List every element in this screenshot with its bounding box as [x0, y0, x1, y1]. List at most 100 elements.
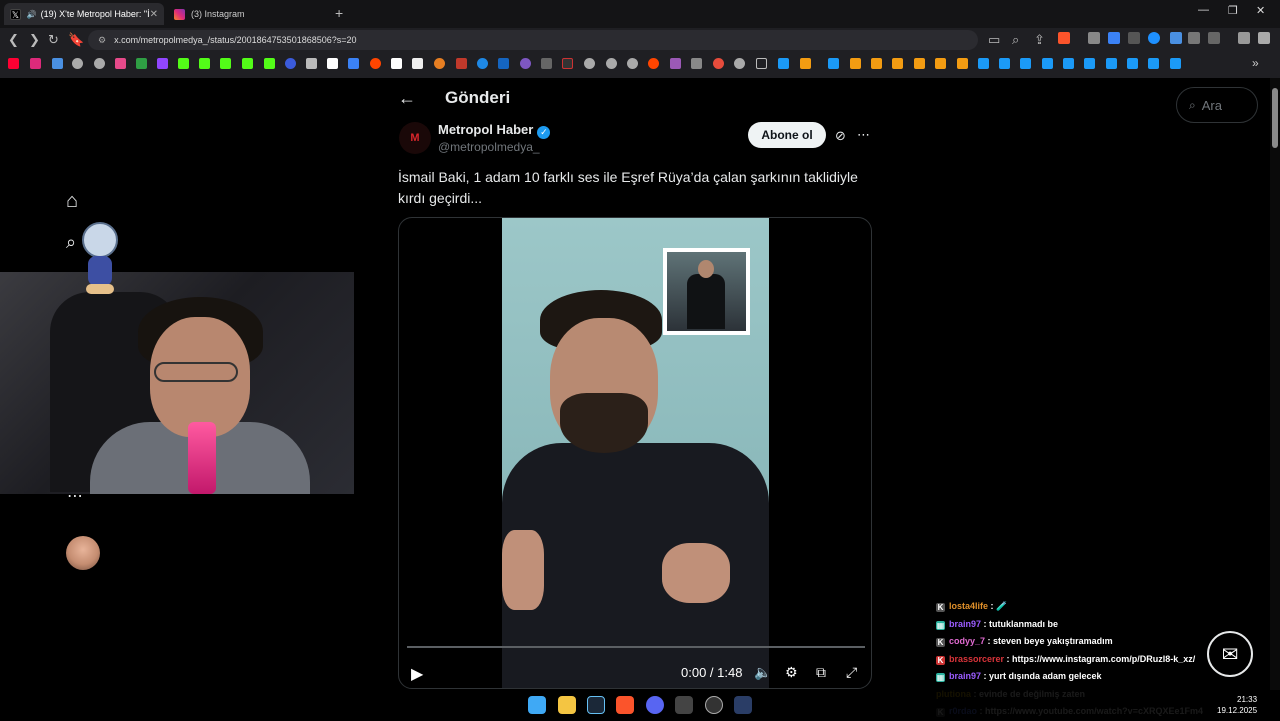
sidebar-icon[interactable] — [1208, 32, 1220, 44]
extensions-puzzle-icon[interactable] — [1188, 32, 1200, 44]
explore-search-icon[interactable]: ⌕ — [66, 232, 76, 253]
user-avatar[interactable] — [66, 536, 100, 570]
messages-button[interactable]: ✉ — [1207, 631, 1253, 677]
search-input[interactable]: ⌕ Ara — [1176, 87, 1258, 123]
bookmark-icon[interactable] — [978, 58, 989, 69]
forward-icon[interactable]: ❯ — [29, 32, 40, 48]
bookmark-icon[interactable] — [850, 58, 861, 69]
close-tab-icon[interactable]: ✕ — [150, 9, 158, 20]
media-icon[interactable] — [1238, 32, 1250, 44]
scrollbar-thumb[interactable] — [1272, 88, 1278, 148]
system-clock[interactable]: 21:33 19.12.2025 — [1217, 694, 1257, 716]
bookmark-instagram-icon[interactable] — [30, 58, 41, 69]
bookmark-icon[interactable] — [1042, 58, 1053, 69]
bookmark-icon[interactable] — [584, 58, 595, 69]
bookmark-icon[interactable] — [348, 58, 359, 69]
bookmark-icon[interactable] — [999, 58, 1010, 69]
tab-instagram[interactable]: (3) Instagram — [168, 3, 328, 25]
bookmark-icon[interactable] — [115, 58, 126, 69]
new-tab-button[interactable]: + — [335, 5, 343, 21]
bookmark-icon[interactable] — [828, 58, 839, 69]
extension-icon[interactable] — [1108, 32, 1120, 44]
bookmark-icon[interactable] — [1170, 58, 1181, 69]
bookmark-folder-icon[interactable] — [756, 58, 767, 69]
bookmark-icon[interactable] — [691, 58, 702, 69]
bookmark-kick-icon[interactable] — [220, 58, 231, 69]
bookmark-icon[interactable] — [412, 58, 423, 69]
steam-icon[interactable] — [587, 696, 605, 714]
bookmark-icon[interactable] — [892, 58, 903, 69]
author-avatar[interactable]: M — [399, 122, 431, 154]
reload-icon[interactable]: ↻ — [48, 32, 59, 48]
extension-icon[interactable] — [1088, 32, 1100, 44]
menu-icon[interactable] — [1258, 32, 1270, 44]
scrollbar[interactable] — [1270, 78, 1280, 690]
subscribe-button[interactable]: Abone ol — [748, 122, 826, 148]
speaker-icon[interactable]: 🔊 — [27, 10, 37, 19]
minimize-button[interactable]: — — [1198, 4, 1209, 16]
more-bookmarks-icon[interactable]: » — [1252, 56, 1259, 70]
bookmark-icon[interactable] — [1020, 58, 1031, 69]
extension-icon[interactable] — [1128, 32, 1140, 44]
extension-icon[interactable] — [1170, 32, 1182, 44]
bookmark-icon[interactable]: 🔖 — [68, 32, 84, 48]
tab-x-post[interactable]: 𝕏 🔊 (19) X'te Metropol Haber: "İs ✕ — [4, 3, 164, 25]
bookmark-youtube-icon[interactable] — [8, 58, 19, 69]
bookmark-reddit-icon[interactable] — [370, 58, 381, 69]
author-handle[interactable]: @metropolmedya_ — [438, 140, 540, 154]
bookmark-icon[interactable] — [242, 58, 253, 69]
play-icon[interactable]: ▶ — [411, 664, 423, 684]
bookmark-icon[interactable] — [800, 58, 811, 69]
share-icon[interactable]: ⇪ — [1034, 32, 1045, 48]
obs-icon[interactable] — [705, 696, 723, 714]
site-info-icon[interactable]: ⚙ — [98, 35, 106, 46]
discord-icon[interactable] — [646, 696, 664, 714]
bookmark-kick-icon[interactable] — [199, 58, 210, 69]
bookmark-icon[interactable] — [391, 58, 402, 69]
home-icon[interactable]: ⌂ — [66, 190, 78, 213]
maximize-button[interactable]: ❐ — [1228, 4, 1238, 17]
bookmark-icon[interactable] — [434, 58, 445, 69]
bookmark-icon[interactable] — [670, 58, 681, 69]
back-icon[interactable]: ❮ — [8, 32, 19, 48]
windows-start-icon[interactable] — [528, 696, 546, 714]
bookmark-icon[interactable] — [734, 58, 745, 69]
bookmark-icon[interactable] — [935, 58, 946, 69]
file-explorer-icon[interactable] — [558, 696, 576, 714]
bookmark-icon[interactable] — [520, 58, 531, 69]
video-progress-bar[interactable] — [407, 646, 865, 648]
bookmark-icon[interactable] — [94, 58, 105, 69]
bookmark-icon[interactable] — [606, 58, 617, 69]
bookmark-icon[interactable] — [1063, 58, 1074, 69]
bookmark-icon[interactable] — [264, 58, 275, 69]
bookmark-icon[interactable] — [713, 58, 724, 69]
bookmark-icon[interactable] — [1084, 58, 1095, 69]
app-icon[interactable] — [675, 696, 693, 714]
url-bar[interactable]: ⚙ x.com/metropolmedya_/status/2001864753… — [88, 30, 978, 50]
settings-gear-icon[interactable]: ⚙ — [785, 664, 798, 681]
bookmark-icon[interactable] — [871, 58, 882, 69]
bookmark-kick-icon[interactable] — [178, 58, 189, 69]
volume-icon[interactable]: 🔈 — [754, 664, 771, 681]
bookmark-icon[interactable] — [285, 58, 296, 69]
bookmark-x-icon[interactable] — [327, 58, 338, 69]
zoom-icon[interactable]: ⌕ — [1012, 32, 1019, 48]
grok-icon[interactable]: ⊘ — [835, 128, 846, 144]
bookmark-steam-icon[interactable] — [778, 58, 789, 69]
picture-in-picture-icon[interactable]: ⧉ — [816, 664, 826, 681]
bookmark-icon[interactable] — [914, 58, 925, 69]
bookmark-icon[interactable] — [498, 58, 509, 69]
video-player[interactable]: ▶ 0:00 / 1:48 🔈 ⚙ ⧉ ⤢ — [398, 217, 872, 689]
extension-icon[interactable] — [1148, 32, 1160, 44]
bookmark-twitch-icon[interactable] — [157, 58, 168, 69]
close-window-button[interactable]: ✕ — [1256, 4, 1265, 17]
cast-icon[interactable]: ▭ — [988, 32, 1000, 48]
brave-icon[interactable] — [616, 696, 634, 714]
fullscreen-icon[interactable]: ⤢ — [846, 664, 857, 681]
bookmark-icon[interactable] — [562, 58, 573, 69]
author-name[interactable]: Metropol Haber ✓ — [438, 122, 551, 139]
bookmark-icon[interactable] — [72, 58, 83, 69]
app-icon[interactable] — [734, 696, 752, 714]
bookmark-icon[interactable] — [1106, 58, 1117, 69]
bookmark-icon[interactable] — [957, 58, 968, 69]
